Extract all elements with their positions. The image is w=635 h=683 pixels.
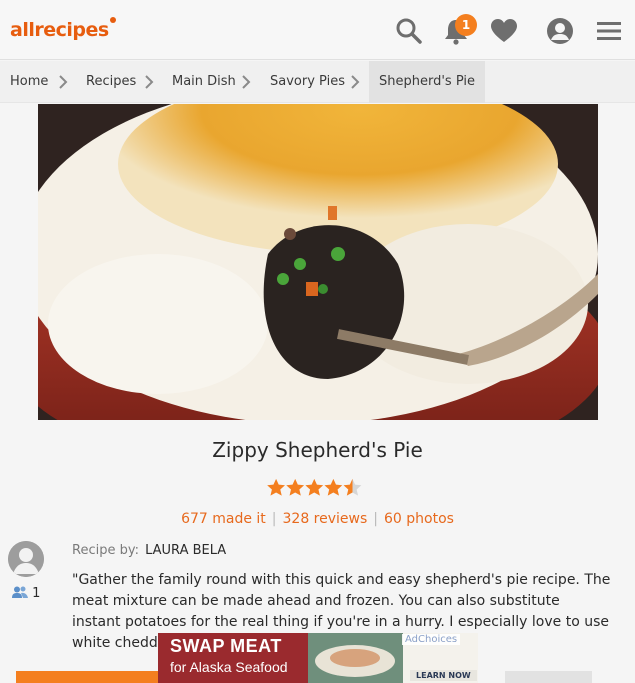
author-name[interactable]: LAURA BELA bbox=[145, 543, 226, 558]
breadcrumb-shepherds-pie[interactable]: Shepherd's Pie bbox=[369, 61, 485, 103]
breadcrumb-home[interactable]: Home bbox=[10, 61, 48, 103]
notification-count-badge: 1 bbox=[455, 14, 477, 36]
ad-subline: for Alaska Seafood bbox=[170, 659, 288, 675]
recipe-title: Zippy Shepherd's Pie bbox=[212, 438, 423, 462]
author-avatar[interactable] bbox=[8, 541, 44, 577]
chevron-right-icon bbox=[242, 75, 251, 89]
followers-count[interactable]: 1 bbox=[12, 586, 40, 601]
star-icon bbox=[305, 478, 324, 496]
star-icon bbox=[286, 478, 305, 496]
made-it-link[interactable]: 677 made it bbox=[181, 511, 266, 527]
breadcrumb-savory-pies[interactable]: Savory Pies bbox=[270, 61, 345, 103]
star-icon bbox=[267, 478, 285, 496]
breadcrumb-recipes[interactable]: Recipes bbox=[86, 61, 136, 103]
recipe-by-label: Recipe by: bbox=[72, 543, 139, 558]
chevron-right-icon bbox=[145, 75, 154, 89]
star-rating[interactable] bbox=[262, 478, 372, 498]
followers-icon bbox=[12, 586, 28, 598]
chevron-right-icon bbox=[351, 75, 360, 89]
hamburger-menu-icon[interactable] bbox=[594, 16, 624, 46]
profile-icon[interactable] bbox=[545, 16, 575, 46]
ad-headline: SWAP MEAT bbox=[170, 636, 282, 656]
breadcrumb-main-dish[interactable]: Main Dish bbox=[172, 61, 236, 103]
search-icon[interactable] bbox=[394, 16, 424, 46]
recipe-byline: Recipe by: LAURA BELA bbox=[72, 543, 226, 558]
half-star-icon bbox=[343, 478, 362, 496]
star-icon bbox=[324, 478, 343, 496]
recipe-photo[interactable] bbox=[38, 104, 598, 420]
recipe-stats: 677 made it | 328 reviews | 60 photos bbox=[181, 511, 454, 527]
ad-learn-now-button[interactable]: LEARN NOW bbox=[410, 670, 477, 681]
chevron-right-icon bbox=[59, 75, 68, 89]
heart-icon[interactable] bbox=[489, 16, 519, 46]
photos-link[interactable]: 60 photos bbox=[384, 511, 454, 527]
advertisement-banner[interactable]: SWAP MEAT for Alaska Seafood AdChoices L… bbox=[158, 633, 478, 683]
reviews-link[interactable]: 328 reviews bbox=[283, 511, 368, 527]
top-navigation-bar: allrecipes 1 bbox=[0, 0, 635, 60]
allrecipes-logo[interactable]: allrecipes bbox=[10, 17, 116, 41]
adchoices-link[interactable]: AdChoices bbox=[402, 634, 461, 645]
breadcrumb: Home Recipes Main Dish Savory Pies Sheph… bbox=[0, 61, 635, 103]
